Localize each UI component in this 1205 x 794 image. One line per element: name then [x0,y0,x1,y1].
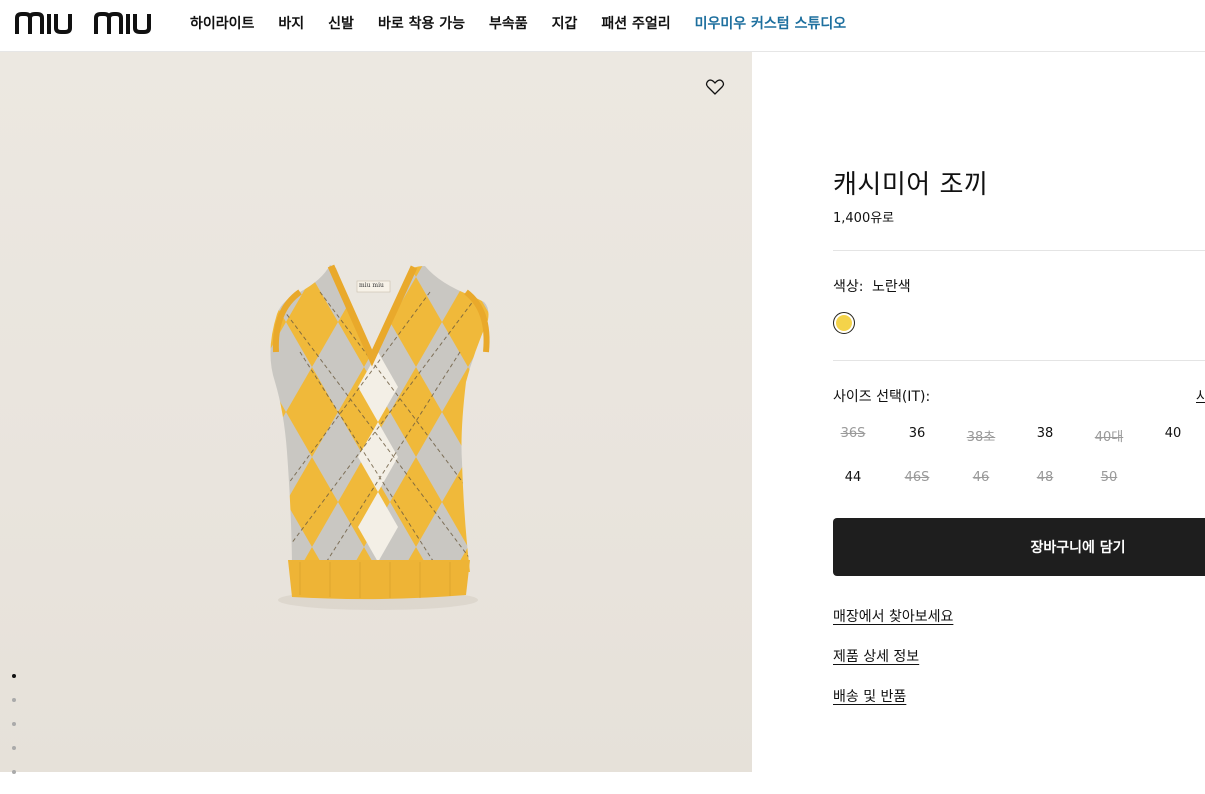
size-option[interactable]: 38초 [961,426,1001,445]
size-option[interactable]: 40대 [1089,426,1129,445]
size-guide-link[interactable]: 사 [1196,386,1205,406]
pagination-dot[interactable] [12,698,16,702]
size-option[interactable]: 48 [1025,470,1065,485]
product-info-panel: 캐시미어 조끼 1,400유로 색상: 노란색 사이즈 선택(IT): 사 36… [833,52,1205,772]
size-option[interactable]: 36 [897,426,937,441]
pagination-dot[interactable] [12,746,16,750]
neck-label-text: miu miu [359,282,384,289]
nav-item-accessories[interactable]: 부속품 [489,13,528,33]
nav-item-shoes[interactable]: 신발 [328,13,354,33]
pagination-dot[interactable] [12,722,16,726]
find-in-store-link[interactable]: 매장에서 찾아보세요 [833,606,953,626]
nav-item-pants[interactable]: 바지 [278,13,304,33]
pagination-dot[interactable] [12,770,16,774]
color-swatch-yellow[interactable] [833,312,855,334]
product-details-link[interactable]: 제품 상세 정보 [833,646,919,666]
heart-icon[interactable] [705,77,725,97]
color-label: 색상: [833,279,864,295]
nav-item-highlights[interactable]: 하이라이트 [190,13,254,33]
color-row: 색상: 노란색 [833,276,911,296]
size-option[interactable]: 46 [961,470,1001,485]
size-option[interactable]: 36S [833,426,873,441]
product-image [270,264,490,610]
nav-item-custom-studio[interactable]: 미우미우 커스텀 스튜디오 [695,13,846,33]
pagination-dot[interactable] [12,674,16,678]
size-option[interactable]: 50 [1089,470,1129,485]
product-title: 캐시미어 조끼 [833,170,989,200]
product-image-area: miu miu [0,52,752,772]
main-nav: 하이라이트 바지 신발 바로 착용 가능 부속품 지갑 패션 주얼리 미우미우 … [190,0,870,46]
size-option[interactable]: 44 [833,470,873,485]
size-option[interactable]: 46S [897,470,937,485]
divider [833,360,1205,361]
size-label: 사이즈 선택(IT): [833,389,931,405]
shipping-returns-link[interactable]: 배송 및 반품 [833,686,906,706]
brand-logo[interactable] [15,10,163,35]
size-option[interactable]: 38 [1025,426,1065,441]
color-value: 노란색 [871,279,911,295]
image-pagination [12,674,20,794]
add-to-cart-label: 장바구니에 담기 [1030,540,1126,556]
add-to-cart-button[interactable]: 장바구니에 담기 [833,518,1205,576]
divider [833,250,1205,251]
nav-item-wallets[interactable]: 지갑 [552,13,578,33]
site-header: 하이라이트 바지 신발 바로 착용 가능 부속품 지갑 패션 주얼리 미우미우 … [0,0,1205,52]
product-price: 1,400유로 [833,211,895,226]
size-option[interactable]: 40 [1153,426,1193,441]
nav-item-ready-to-wear[interactable]: 바로 착용 가능 [378,13,465,33]
nav-item-fashion-jewelry[interactable]: 패션 주얼리 [601,13,670,33]
